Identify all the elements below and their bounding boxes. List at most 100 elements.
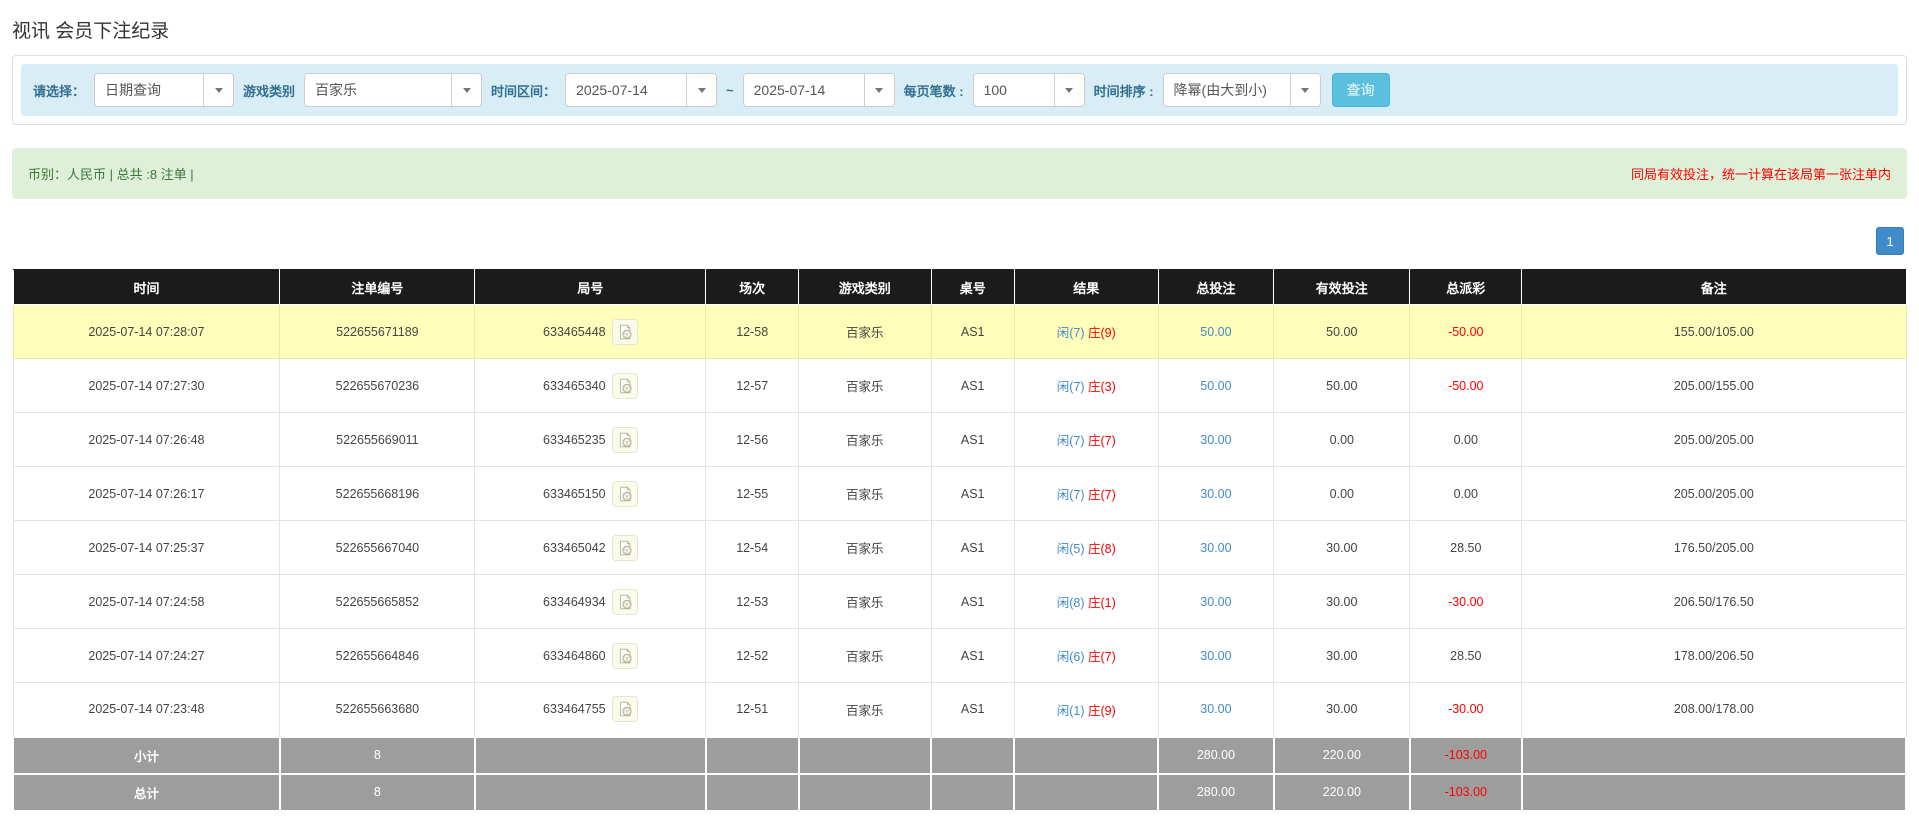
total-label: 总计 — [13, 774, 280, 811]
subtotal-valid-bet: 220.00 — [1274, 737, 1410, 774]
cell-round-id: 633465235 — [475, 413, 706, 467]
video-replay-icon[interactable] — [612, 589, 638, 615]
cell-total-bet[interactable]: 30.00 — [1158, 683, 1273, 737]
cell-total-bet[interactable]: 50.00 — [1158, 359, 1273, 413]
currency-summary-text: 币别：人民币 | 总共 :8 注单 | — [28, 164, 194, 183]
subtotal-payout: -103.00 — [1410, 737, 1522, 774]
page-size-label: 每页笔数 : — [904, 81, 964, 100]
cell-game-type: 百家乐 — [799, 413, 932, 467]
table-body: 2025-07-14 07:28:07 522655671189 6334654… — [13, 305, 1906, 737]
page-container: 视讯 会员下注纪录 请选择： 日期查询 游戏类别 百家乐 时间区间： 2025-… — [0, 0, 1919, 825]
date-to-value: 2025-07-14 — [744, 74, 864, 106]
round-number: 633465340 — [543, 379, 606, 393]
cell-valid-bet: 50.00 — [1274, 305, 1410, 359]
chevron-down-icon — [1290, 74, 1320, 106]
cell-total-bet[interactable]: 30.00 — [1158, 467, 1273, 521]
cell-total-bet[interactable]: 30.00 — [1158, 521, 1273, 575]
page-size-select[interactable]: 100 — [973, 73, 1085, 107]
cell-round-id: 633465042 — [475, 521, 706, 575]
result-banker: 庄(7) — [1088, 488, 1116, 502]
cell-payout: -30.00 — [1410, 575, 1522, 629]
cell-time: 2025-07-14 07:28:07 — [13, 305, 280, 359]
video-replay-icon[interactable] — [612, 643, 638, 669]
cell-game-type: 百家乐 — [799, 629, 932, 683]
total-row: 总计 8 280.00 220.00 -103.00 — [13, 774, 1906, 811]
cell-total-bet[interactable]: 30.00 — [1158, 413, 1273, 467]
cell-remark: 205.00/205.00 — [1522, 467, 1906, 521]
cell-time: 2025-07-14 07:26:17 — [13, 467, 280, 521]
table-row: 2025-07-14 07:25:37 522655667040 6334650… — [13, 521, 1906, 575]
query-type-select[interactable]: 日期查询 — [94, 73, 234, 107]
table-row: 2025-07-14 07:24:58 522655665852 6334649… — [13, 575, 1906, 629]
valid-bet-notice: 同局有效投注，统一计算在该局第一张注单内 — [1631, 164, 1891, 183]
subtotal-total-bet: 280.00 — [1158, 737, 1273, 774]
cell-game-type: 百家乐 — [799, 521, 932, 575]
round-number: 633465235 — [543, 433, 606, 447]
cell-session: 12-51 — [706, 683, 799, 737]
cell-result: 闲(7) 庄(9) — [1014, 305, 1158, 359]
cell-session: 12-55 — [706, 467, 799, 521]
cell-valid-bet: 30.00 — [1274, 629, 1410, 683]
cell-total-bet[interactable]: 30.00 — [1158, 629, 1273, 683]
cell-bet-id: 522655670236 — [280, 359, 475, 413]
video-replay-icon[interactable] — [612, 696, 638, 722]
cell-remark: 155.00/105.00 — [1522, 305, 1906, 359]
round-number: 633464934 — [543, 595, 606, 609]
cell-result: 闲(5) 庄(8) — [1014, 521, 1158, 575]
result-banker: 庄(9) — [1088, 704, 1116, 718]
col-valid-bet: 有效投注 — [1274, 270, 1410, 305]
cell-bet-id: 522655671189 — [280, 305, 475, 359]
result-player: 闲(6) — [1057, 650, 1085, 664]
round-number: 633464755 — [543, 702, 606, 716]
table-row: 2025-07-14 07:28:07 522655671189 6334654… — [13, 305, 1906, 359]
col-table-no: 桌号 — [931, 270, 1014, 305]
cell-table-no: AS1 — [931, 305, 1014, 359]
cell-table-no: AS1 — [931, 467, 1014, 521]
table-row: 2025-07-14 07:27:30 522655670236 6334653… — [13, 359, 1906, 413]
query-type-value: 日期查询 — [95, 74, 203, 106]
filter-bar: 请选择： 日期查询 游戏类别 百家乐 时间区间： 2025-07-14 ~ 20… — [21, 64, 1898, 116]
page-1-button[interactable]: 1 — [1876, 227, 1904, 255]
cell-game-type: 百家乐 — [799, 467, 932, 521]
game-type-select[interactable]: 百家乐 — [304, 73, 482, 107]
cell-bet-id: 522655668196 — [280, 467, 475, 521]
page-size-value: 100 — [974, 74, 1054, 106]
date-to-select[interactable]: 2025-07-14 — [743, 73, 895, 107]
cell-game-type: 百家乐 — [799, 359, 932, 413]
subtotal-row: 小计 8 280.00 220.00 -103.00 — [13, 737, 1906, 774]
result-player: 闲(7) — [1057, 434, 1085, 448]
cell-total-bet[interactable]: 50.00 — [1158, 305, 1273, 359]
cell-result: 闲(7) 庄(7) — [1014, 413, 1158, 467]
select-type-label: 请选择： — [33, 81, 85, 100]
pagination-top: 1 — [12, 227, 1907, 255]
date-from-select[interactable]: 2025-07-14 — [565, 73, 717, 107]
cell-session: 12-52 — [706, 629, 799, 683]
cell-payout: 0.00 — [1410, 467, 1522, 521]
cell-valid-bet: 30.00 — [1274, 521, 1410, 575]
result-player: 闲(7) — [1057, 326, 1085, 340]
video-replay-icon[interactable] — [612, 481, 638, 507]
video-replay-icon[interactable] — [612, 373, 638, 399]
cell-remark: 176.50/205.00 — [1522, 521, 1906, 575]
col-bet-id: 注单编号 — [280, 270, 475, 305]
result-player: 闲(7) — [1057, 488, 1085, 502]
table-row: 2025-07-14 07:24:27 522655664846 6334648… — [13, 629, 1906, 683]
sort-order-select[interactable]: 降幂(由大到小) — [1163, 73, 1321, 107]
cell-session: 12-54 — [706, 521, 799, 575]
subtotal-label: 小计 — [13, 737, 280, 774]
video-replay-icon[interactable] — [612, 427, 638, 453]
cell-total-bet[interactable]: 30.00 — [1158, 575, 1273, 629]
col-total-bet: 总投注 — [1158, 270, 1273, 305]
total-valid-bet: 220.00 — [1274, 774, 1410, 811]
cell-result: 闲(7) 庄(7) — [1014, 467, 1158, 521]
video-replay-icon[interactable] — [612, 535, 638, 561]
round-number: 633465150 — [543, 487, 606, 501]
filter-panel: 请选择： 日期查询 游戏类别 百家乐 时间区间： 2025-07-14 ~ 20… — [12, 55, 1907, 125]
result-player: 闲(7) — [1057, 380, 1085, 394]
cell-table-no: AS1 — [931, 521, 1014, 575]
cell-time: 2025-07-14 07:24:58 — [13, 575, 280, 629]
time-range-label: 时间区间： — [491, 81, 556, 100]
cell-time: 2025-07-14 07:26:48 — [13, 413, 280, 467]
video-replay-icon[interactable] — [612, 319, 638, 345]
query-button[interactable]: 查询 — [1332, 73, 1390, 107]
